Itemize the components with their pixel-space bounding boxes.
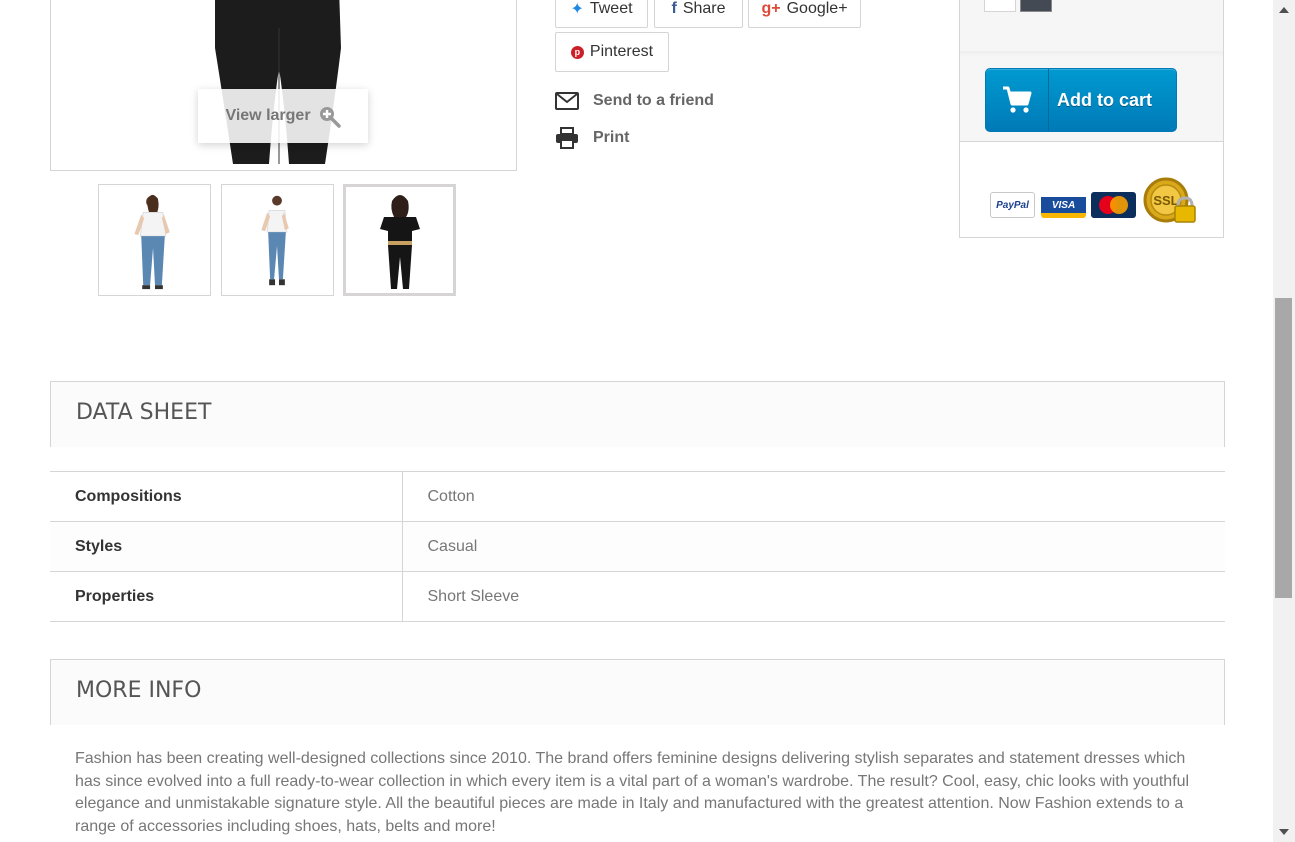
buy-box: Add to cart PayPal VISA SSL (959, 0, 1224, 238)
pinterest-label: Pinterest (589, 43, 654, 60)
ssl-lock-badge-icon: SSL (1143, 177, 1196, 223)
printer-icon (556, 127, 578, 149)
print-label: Print (593, 129, 630, 146)
facebook-icon: f (671, 0, 677, 17)
view-larger-label: View larger (225, 107, 311, 124)
product-description: Fashion has been creating well-designed … (75, 750, 1190, 835)
table-cell-value: Cotton (402, 471, 1225, 522)
pinterest-button[interactable]: p Pinterest (555, 32, 669, 72)
googleplus-icon: g+ (761, 0, 781, 17)
table-cell-value: Short Sleeve (402, 571, 1225, 622)
tweet-button[interactable]: ✦ Tweet (555, 0, 648, 28)
table-row: Compositions Cotton (50, 471, 1225, 522)
twitter-icon: ✦ (570, 1, 584, 18)
table-cell-value: Casual (402, 521, 1225, 572)
more-info-heading: MORE INFO (50, 659, 1225, 725)
add-to-cart-label: Add to cart (1057, 89, 1153, 110)
data-sheet-table: Compositions Cotton Styles Casual Proper… (50, 471, 1225, 622)
paypal-logo: PayPal (990, 192, 1035, 218)
add-to-cart-button[interactable]: Add to cart (985, 68, 1177, 132)
model-white-top-full-image (261, 195, 289, 286)
product-thumbnail-2[interactable] (221, 184, 334, 296)
facebook-share-button[interactable]: f Share (654, 0, 743, 28)
googleplus-button[interactable]: g+ Google+ (748, 0, 861, 28)
mastercard-logo (1091, 192, 1136, 218)
view-larger-button[interactable]: View larger (198, 89, 368, 143)
table-cell-name: Styles (50, 521, 403, 572)
product-thumbnail-1[interactable] (98, 184, 211, 296)
scroll-down-arrow-icon[interactable] (1279, 829, 1289, 835)
tweet-label: Tweet (589, 0, 633, 17)
send-to-friend-label: Send to a friend (593, 92, 714, 109)
model-black-top-image (380, 195, 420, 289)
page-scrollbar[interactable] (1273, 0, 1295, 842)
buy-box-divider (960, 51, 1223, 57)
send-to-friend-link[interactable]: Send to a friend (555, 90, 714, 112)
more-info-title: MORE INFO (76, 678, 202, 703)
pinterest-icon: p (570, 45, 584, 59)
table-row: Properties Short Sleeve (50, 571, 1225, 622)
print-link[interactable]: Print (555, 127, 629, 149)
color-swatch-dark[interactable] (1020, 0, 1052, 12)
zoom-in-icon (319, 107, 341, 128)
table-cell-name: Properties (50, 571, 403, 622)
share-label: Share (682, 0, 726, 17)
googleplus-label: Google+ (786, 0, 848, 17)
product-thumbnail-3[interactable] (343, 184, 456, 296)
visa-logo: VISA (1041, 192, 1086, 218)
data-sheet-title: DATA SHEET (76, 400, 212, 425)
envelope-icon (555, 92, 579, 110)
product-main-image[interactable]: View larger (50, 0, 517, 171)
color-swatch-white[interactable] (984, 0, 1016, 12)
scroll-up-arrow-icon[interactable] (1279, 7, 1289, 13)
payment-logos: PayPal VISA SSL (960, 141, 1223, 237)
data-sheet-heading: DATA SHEET (50, 381, 1225, 447)
shopping-cart-icon (1003, 86, 1032, 113)
model-white-top-image (134, 194, 170, 290)
scrollbar-thumb[interactable] (1275, 298, 1292, 598)
svg-text:SSL: SSL (1153, 193, 1178, 208)
table-row: Styles Casual (50, 521, 1225, 572)
table-cell-name: Compositions (50, 471, 403, 522)
